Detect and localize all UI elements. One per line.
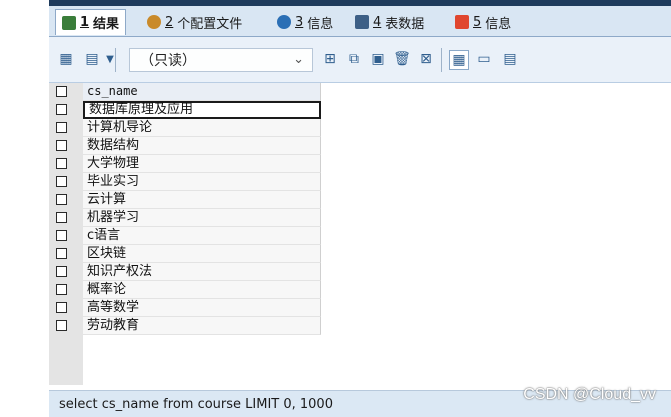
row-checkbox[interactable]	[56, 248, 67, 259]
table-cell[interactable]: 数据库原理及应用	[83, 101, 321, 119]
table-row[interactable]: 区块链	[49, 245, 321, 263]
profile-icon	[147, 15, 161, 29]
info-icon	[277, 15, 291, 29]
status-query-text: select cs_name from course LIMIT 0, 1000	[59, 396, 333, 412]
table-row[interactable]: 大学物理	[49, 155, 321, 173]
table-icon	[355, 15, 369, 29]
table-row[interactable]: 云计算	[49, 191, 321, 209]
table-cell[interactable]: 计算机导论	[83, 119, 321, 137]
column-header-cs-name[interactable]: cs_name	[83, 83, 321, 101]
row-checkbox[interactable]	[56, 122, 67, 133]
insert-row-icon[interactable]: ⊞	[321, 50, 339, 68]
row-checkbox[interactable]	[56, 284, 67, 295]
table-row[interactable]: c语言	[49, 227, 321, 245]
row-checkbox[interactable]	[56, 104, 67, 115]
table-row[interactable]: 知识产权法	[49, 263, 321, 281]
row-checkbox[interactable]	[56, 212, 67, 223]
grid-header-row: cs_name	[49, 83, 321, 101]
table-row[interactable]: 数据库原理及应用	[49, 101, 321, 119]
row-checkbox[interactable]	[56, 158, 67, 169]
cancel-changes-icon[interactable]: ⊠	[417, 50, 435, 68]
text-view-icon[interactable]: ▤	[501, 50, 519, 68]
toolbar-separator	[115, 48, 116, 72]
tab-label: 个配置文件	[177, 16, 243, 32]
save-icon[interactable]: ▣	[369, 50, 387, 68]
duplicate-row-icon[interactable]: ⧉	[345, 50, 363, 68]
table-cell[interactable]: 毕业实习	[83, 173, 321, 191]
table-cell[interactable]: 高等数学	[83, 299, 321, 317]
table-row[interactable]: 高等数学	[49, 299, 321, 317]
info-chart-icon	[455, 15, 469, 29]
table-cell[interactable]: 概率论	[83, 281, 321, 299]
tab-label: 表数据	[385, 16, 425, 32]
result-tab-bar: 1 结果 2 个配置文件 3 信息 4 表数据 5 信息	[49, 6, 671, 37]
tab-info-2[interactable]: 5 信息	[449, 9, 517, 35]
tab-number: 2	[165, 14, 174, 30]
row-checkbox[interactable]	[56, 230, 67, 241]
tab-label: 信息	[485, 16, 512, 32]
tab-info[interactable]: 3 信息	[271, 9, 339, 35]
toolbar-separator	[441, 48, 442, 72]
tab-profile[interactable]: 2 个配置文件	[141, 9, 248, 35]
row-checkbox[interactable]	[56, 266, 67, 277]
table-row[interactable]: 计算机导论	[49, 119, 321, 137]
row-checkbox[interactable]	[56, 140, 67, 151]
watermark: CSDN @Cloud_vv	[523, 386, 656, 403]
export-grid-icon[interactable]: ▦	[57, 50, 75, 68]
table-cell[interactable]: 机器学习	[83, 209, 321, 227]
tab-label: 结果	[93, 17, 120, 32]
edit-mode-select[interactable]: （只读） ⌄	[129, 48, 313, 72]
table-cell[interactable]: 知识产权法	[83, 263, 321, 281]
row-checkbox[interactable]	[56, 302, 67, 313]
chevron-down-icon: ⌄	[293, 52, 304, 67]
row-checkbox[interactable]	[56, 320, 67, 331]
edit-mode-value: （只读）	[140, 53, 196, 69]
tab-table-data[interactable]: 4 表数据	[349, 9, 430, 35]
grid-view-icon[interactable]: ▦	[449, 50, 469, 70]
table-row[interactable]: 机器学习	[49, 209, 321, 227]
table-cell[interactable]: 云计算	[83, 191, 321, 209]
table-row[interactable]: 概率论	[49, 281, 321, 299]
tab-number: 4	[373, 14, 382, 30]
chevron-down-icon[interactable]: ▼	[101, 50, 119, 68]
grid-result-icon	[62, 15, 76, 30]
select-all-checkbox[interactable]	[56, 86, 67, 97]
table-cell[interactable]: c语言	[83, 227, 321, 245]
query-result-panel: 1 结果 2 个配置文件 3 信息 4 表数据 5 信息 ▦ ▤ ▼ （只读） …	[49, 0, 671, 417]
tab-number: 3	[295, 14, 304, 30]
row-checkbox[interactable]	[56, 176, 67, 187]
table-cell[interactable]: 大学物理	[83, 155, 321, 173]
result-grid: cs_name 数据库原理及应用 计算机导论 数据结构 大学物理 毕业实习 云计算 机器学习…	[49, 83, 321, 335]
tab-result[interactable]: 1 结果	[55, 9, 127, 35]
table-row[interactable]: 毕业实习	[49, 173, 321, 191]
form-view-icon[interactable]: ▭	[475, 50, 493, 68]
table-cell[interactable]: 区块链	[83, 245, 321, 263]
table-cell[interactable]: 劳动教育	[83, 317, 321, 335]
table-row[interactable]: 数据结构	[49, 137, 321, 155]
row-checkbox[interactable]	[56, 194, 67, 205]
table-row[interactable]: 劳动教育	[49, 317, 321, 335]
result-toolbar: ▦ ▤ ▼ （只读） ⌄ ⊞ ⧉ ▣ 🗑 ⊠ ▦ ▭ ▤	[49, 37, 671, 83]
tab-number: 1	[80, 15, 90, 30]
tab-label: 信息	[307, 16, 334, 32]
tab-number: 5	[473, 14, 482, 30]
trash-icon[interactable]: 🗑	[393, 50, 411, 68]
table-cell[interactable]: 数据结构	[83, 137, 321, 155]
copy-grid-icon[interactable]: ▤	[83, 50, 101, 68]
